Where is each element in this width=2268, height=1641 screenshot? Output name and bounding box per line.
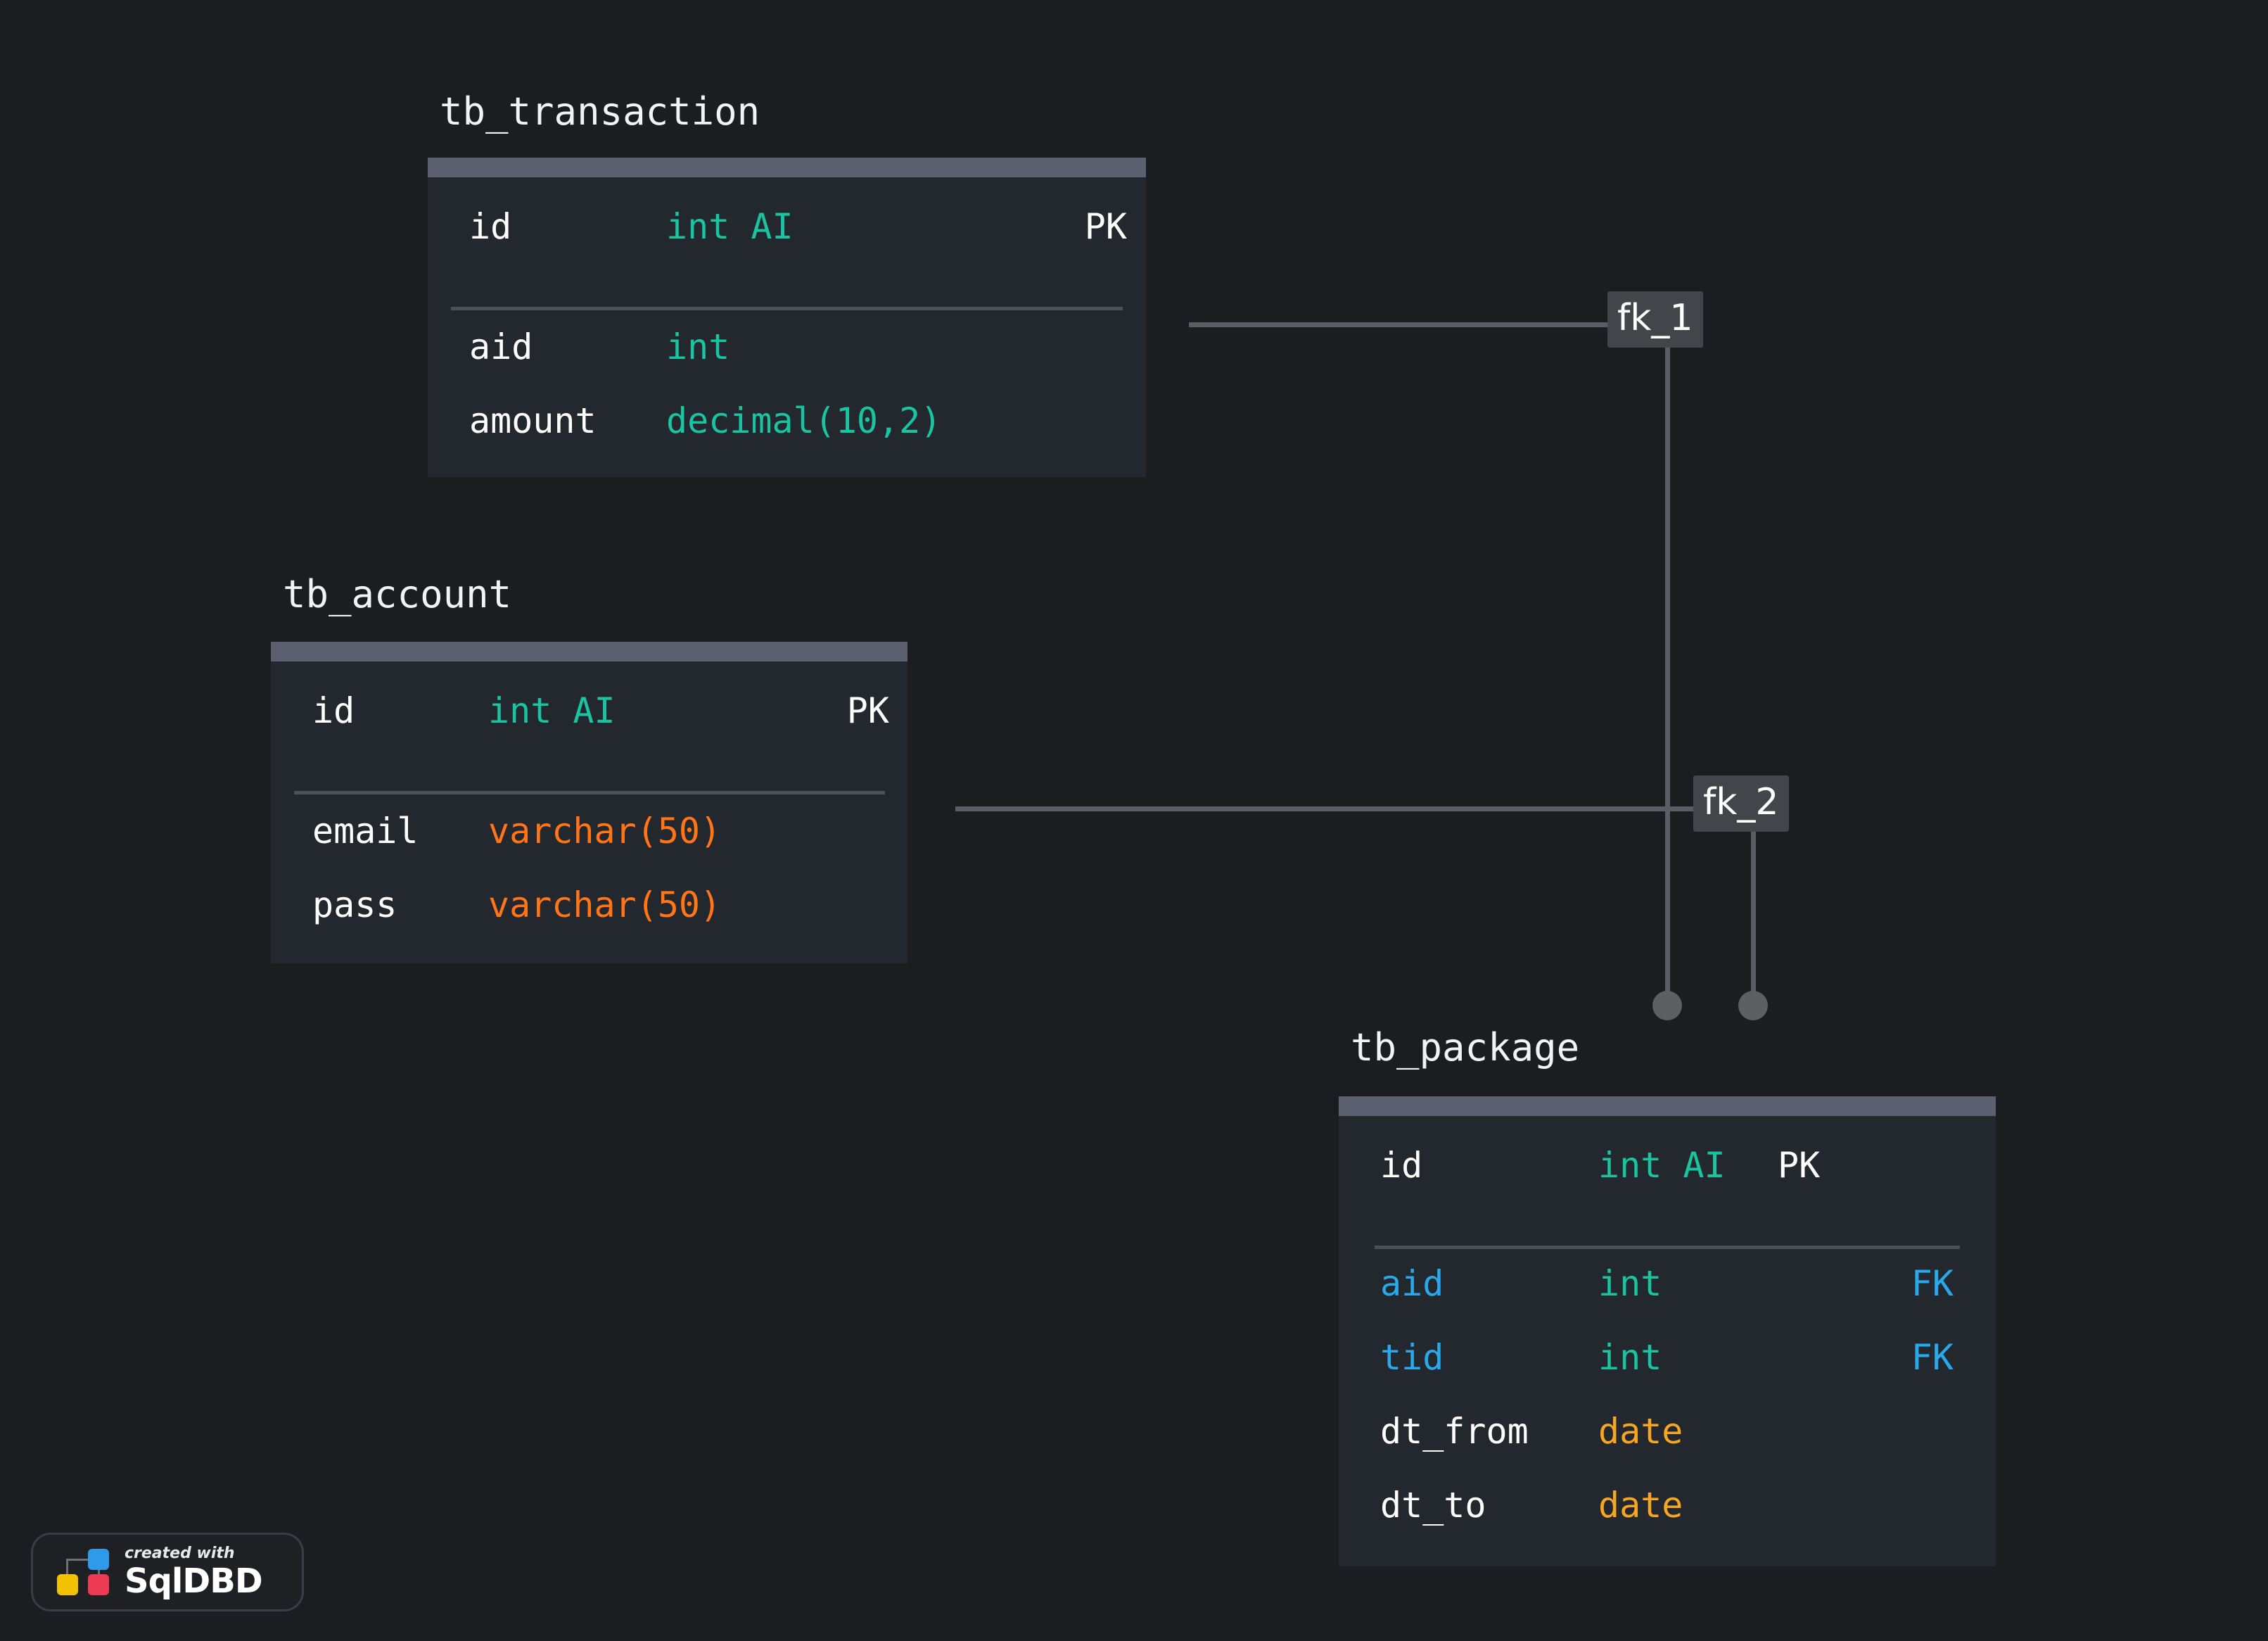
column-type: decimal(10,2) xyxy=(666,400,942,441)
column-name: amount xyxy=(469,400,597,441)
table-tb-account[interactable]: id int AI PK email varchar(50) pass varc… xyxy=(271,642,907,963)
table-row[interactable]: pass varchar(50) xyxy=(271,868,907,942)
erd-canvas: tb_transaction id int AI PK aid int amou… xyxy=(0,0,2268,1641)
table-row[interactable]: tid int FK xyxy=(1339,1320,1996,1394)
relationship-label-fk-2[interactable]: fk_2 xyxy=(1693,775,1789,832)
column-name: dt_from xyxy=(1380,1410,1529,1452)
table-row[interactable]: aid int FK xyxy=(1339,1246,1996,1320)
table-row[interactable]: id int AI PK xyxy=(1339,1116,1996,1215)
table-row[interactable]: email varchar(50) xyxy=(271,794,907,868)
relationship-line-fk-2-horizontal xyxy=(955,806,1754,811)
relationship-label-fk-1[interactable]: fk_1 xyxy=(1607,291,1703,348)
relationship-line-fk-1-vertical xyxy=(1665,322,1670,1006)
table-row[interactable]: aid int xyxy=(428,310,1146,384)
table-row[interactable]: amount decimal(10,2) xyxy=(428,384,1146,457)
table-header-bar-tb-transaction xyxy=(428,158,1146,177)
column-type: date xyxy=(1598,1410,1683,1452)
column-name: id xyxy=(1380,1145,1423,1186)
column-key-badge: PK xyxy=(1778,1145,1821,1186)
column-name: tid xyxy=(1380,1336,1444,1378)
table-body-tb-package: id int AI PK aid int FK tid int FK dt_fr… xyxy=(1339,1116,1996,1542)
column-key-badge: PK xyxy=(1084,206,1127,247)
column-type: int AI xyxy=(1598,1145,1726,1186)
relationship-line-fk-2-vertical xyxy=(1751,806,1756,1006)
column-name: id xyxy=(312,690,355,731)
sqldbd-logo-icon xyxy=(57,1549,109,1595)
logo-square-red xyxy=(88,1574,109,1595)
column-type: int AI xyxy=(488,690,616,731)
column-name: email xyxy=(312,810,419,851)
column-type: int xyxy=(666,326,730,367)
created-with-sqldbd-badge[interactable]: created with SqlDBD xyxy=(31,1533,304,1611)
logo-wire-vertical xyxy=(66,1559,68,1574)
column-type: int xyxy=(1598,1336,1662,1378)
table-title-tb-transaction: tb_transaction xyxy=(440,89,760,134)
relationship-endpoint-fk-2 xyxy=(1738,991,1768,1020)
logo-wire-horizontal xyxy=(66,1559,89,1561)
table-title-tb-account: tb_account xyxy=(283,572,512,616)
table-header-bar-tb-account xyxy=(271,642,907,661)
relationship-line-fk-1-horizontal xyxy=(1189,322,1674,327)
column-name: dt_to xyxy=(1380,1484,1486,1526)
badge-created-with-label: created with xyxy=(125,1545,235,1562)
column-name: pass xyxy=(312,884,397,925)
table-tb-transaction[interactable]: id int AI PK aid int amount decimal(10,2… xyxy=(428,158,1146,477)
column-key-badge: PK xyxy=(846,690,889,731)
table-title-tb-package: tb_package xyxy=(1351,1025,1580,1070)
column-type: varchar(50) xyxy=(488,810,722,851)
table-tb-package[interactable]: id int AI PK aid int FK tid int FK dt_fr… xyxy=(1339,1096,1996,1566)
column-type: int xyxy=(1598,1262,1662,1304)
table-header-bar-tb-package xyxy=(1339,1096,1996,1116)
logo-square-blue xyxy=(88,1549,109,1570)
badge-text-group: created with SqlDBD xyxy=(125,1545,263,1601)
table-body-tb-transaction: id int AI PK aid int amount decimal(10,2… xyxy=(428,177,1146,457)
logo-square-yellow xyxy=(57,1574,78,1595)
column-key-badge: FK xyxy=(1911,1262,1954,1304)
table-row[interactable]: dt_from date xyxy=(1339,1394,1996,1468)
table-row[interactable]: dt_to date xyxy=(1339,1468,1996,1542)
column-type: varchar(50) xyxy=(488,884,722,925)
column-type: date xyxy=(1598,1484,1683,1526)
column-name: id xyxy=(469,206,512,247)
table-body-tb-account: id int AI PK email varchar(50) pass varc… xyxy=(271,661,907,942)
table-row[interactable]: id int AI PK xyxy=(271,661,907,760)
relationship-endpoint-fk-1 xyxy=(1652,991,1682,1020)
table-row[interactable]: id int AI PK xyxy=(428,177,1146,276)
badge-product-name: SqlDBD xyxy=(125,1561,263,1601)
column-name: aid xyxy=(1380,1262,1444,1304)
column-key-badge: FK xyxy=(1911,1336,1954,1378)
column-type: int AI xyxy=(666,206,794,247)
column-name: aid xyxy=(469,326,533,367)
